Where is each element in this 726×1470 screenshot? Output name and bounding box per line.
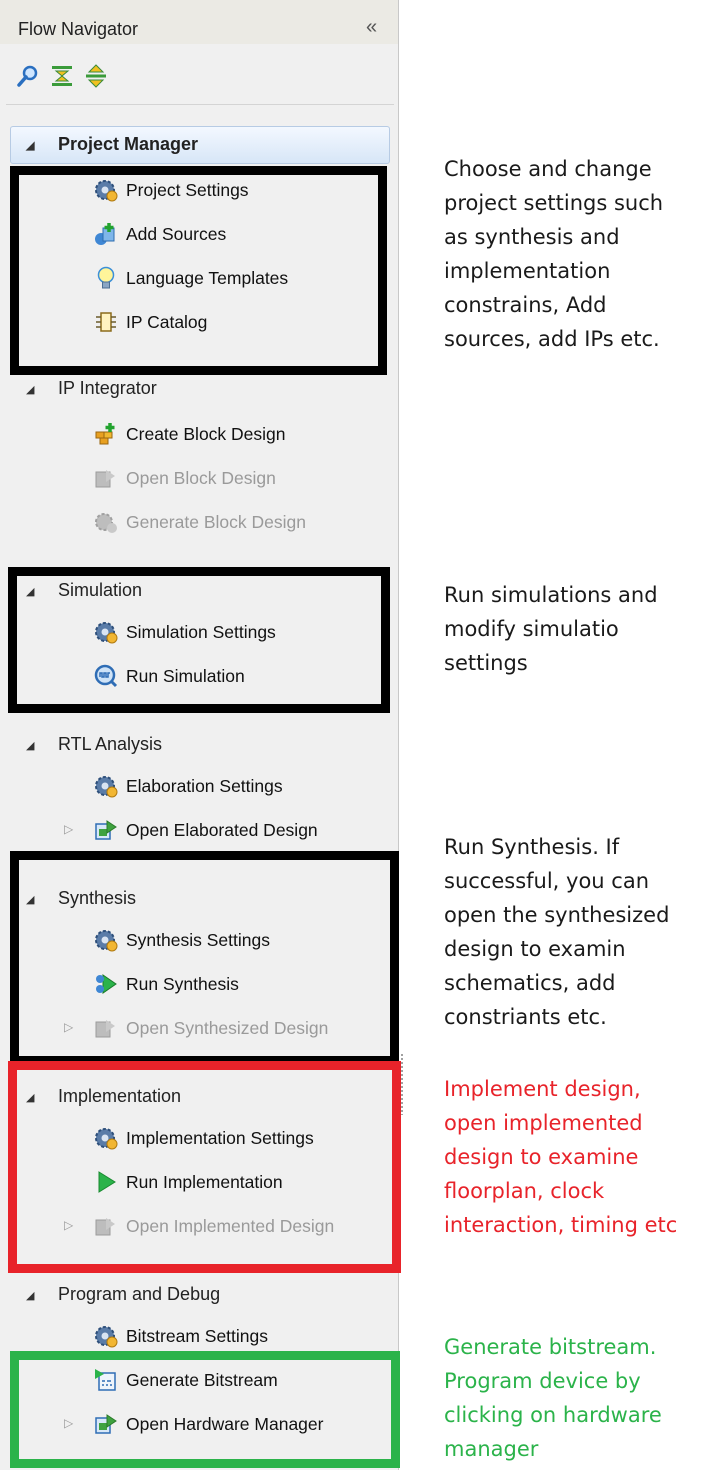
gear-settings-icon (95, 1326, 118, 1348)
annotation-program-debug: Generate bitstream. Program device by cl… (444, 1335, 662, 1461)
annotation-implementation: Implement design, open implemented desig… (444, 1077, 678, 1237)
highlight-box-synthesis (10, 851, 399, 1065)
section-ip-integrator[interactable]: ◢ IP Integrator (26, 372, 157, 404)
section-label: IP Integrator (58, 377, 157, 398)
panel-title: Flow Navigator (18, 19, 139, 39)
expand-all-icon[interactable] (84, 64, 108, 88)
nav-item-generate-block-design[interactable]: Generate Block Design (94, 506, 306, 538)
nav-item-create-block-design[interactable]: Create Block Design (94, 418, 286, 450)
collapse-panel-icon[interactable]: « (366, 16, 377, 39)
nav-item-open-elaborated-design[interactable]: Open Elaborated Design (94, 814, 318, 846)
collapse-triangle-icon: ◢ (26, 140, 35, 152)
highlight-box-project-manager (10, 166, 387, 375)
highlight-box-program-debug (10, 1351, 400, 1468)
panel-titlebar: Flow Navigator « (0, 0, 398, 44)
highlight-box-simulation (8, 567, 390, 713)
section-label: RTL Analysis (58, 733, 163, 754)
gear-settings-icon (95, 776, 118, 798)
section-label: Program and Debug (58, 1283, 221, 1304)
highlight-box-implementation (8, 1061, 401, 1273)
create-block-design-icon (95, 423, 115, 445)
nav-item-elaboration-settings[interactable]: Elaboration Settings (94, 770, 283, 802)
search-icon[interactable] (16, 64, 40, 88)
nav-item-bitstream-settings[interactable]: Bitstream Settings (94, 1320, 268, 1352)
annotation-simulation: Run simulations and modify simulatio set… (444, 583, 658, 675)
collapse-all-icon[interactable] (50, 64, 74, 88)
annotation-project-manager: Choose and change project settings such … (444, 157, 664, 351)
open-block-design-icon (95, 470, 115, 488)
section-project-manager[interactable]: ◢ Project Manager (26, 128, 198, 160)
generate-block-design-icon (95, 513, 117, 533)
section-rtl-analysis[interactable]: ◢ RTL Analysis (26, 728, 162, 760)
toolbar-separator (6, 104, 394, 105)
annotation-synthesis: Run Synthesis. If successful, you can op… (444, 835, 670, 1029)
section-label: Project Manager (58, 133, 199, 154)
collapse-triangle-icon: ◢ (26, 740, 35, 752)
section-program-and-debug[interactable]: ◢ Program and Debug (26, 1278, 220, 1310)
nav-item-open-block-design[interactable]: Open Block Design (94, 462, 276, 494)
collapse-triangle-icon: ◢ (26, 1290, 35, 1302)
navigator-toolbar (0, 56, 398, 100)
expand-triangle-icon[interactable]: ▷ (64, 822, 73, 836)
open-design-icon (95, 820, 117, 840)
collapse-triangle-icon: ◢ (26, 384, 35, 396)
